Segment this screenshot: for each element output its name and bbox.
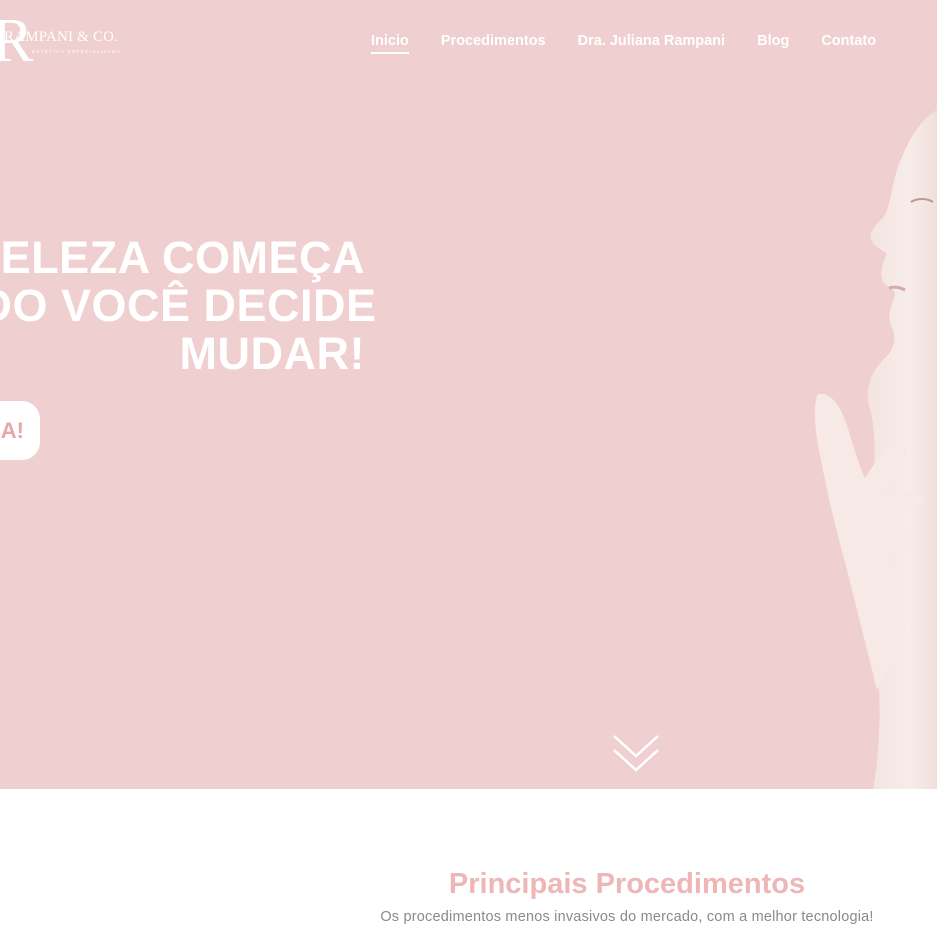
hero-cta-button[interactable]: A! bbox=[0, 401, 40, 460]
brand-logo[interactable]: R RAMPANI & CO. ESTÉTICA ESPECIALIZADA bbox=[0, 10, 142, 72]
double-chevron-down-icon[interactable] bbox=[612, 732, 660, 776]
nav-item-blog[interactable]: Blog bbox=[757, 33, 789, 54]
hero-headline-line-2: QUANDO VOCÊ DECIDE bbox=[0, 280, 377, 331]
hero-headline: A BELEZA COMEÇA QUANDO VOCÊ DECIDE MUDAR… bbox=[0, 232, 377, 379]
nav-item-dra-juliana-rampani[interactable]: Dra. Juliana Rampani bbox=[578, 33, 725, 54]
hero-headline-line-1: A BELEZA COMEÇA bbox=[0, 232, 365, 283]
logo-tagline: ESTÉTICA ESPECIALIZADA bbox=[32, 49, 122, 54]
main-navigation: Inicio Procedimentos Dra. Juliana Rampan… bbox=[371, 33, 876, 54]
hero-section: R RAMPANI & CO. ESTÉTICA ESPECIALIZADA I… bbox=[0, 0, 937, 789]
procedures-subtitle: Os procedimentos menos invasivos do merc… bbox=[380, 909, 874, 925]
hero-headline-line-3: MUDAR! bbox=[179, 328, 365, 379]
nav-item-procedimentos[interactable]: Procedimentos bbox=[441, 33, 546, 54]
woman-profile-image bbox=[814, 110, 937, 789]
nav-item-inicio[interactable]: Inicio bbox=[371, 33, 409, 54]
nav-item-contato[interactable]: Contato bbox=[821, 33, 876, 54]
logo-brand-name: RAMPANI & CO. bbox=[4, 29, 119, 45]
procedures-title: Principais Procedimentos bbox=[448, 868, 806, 900]
